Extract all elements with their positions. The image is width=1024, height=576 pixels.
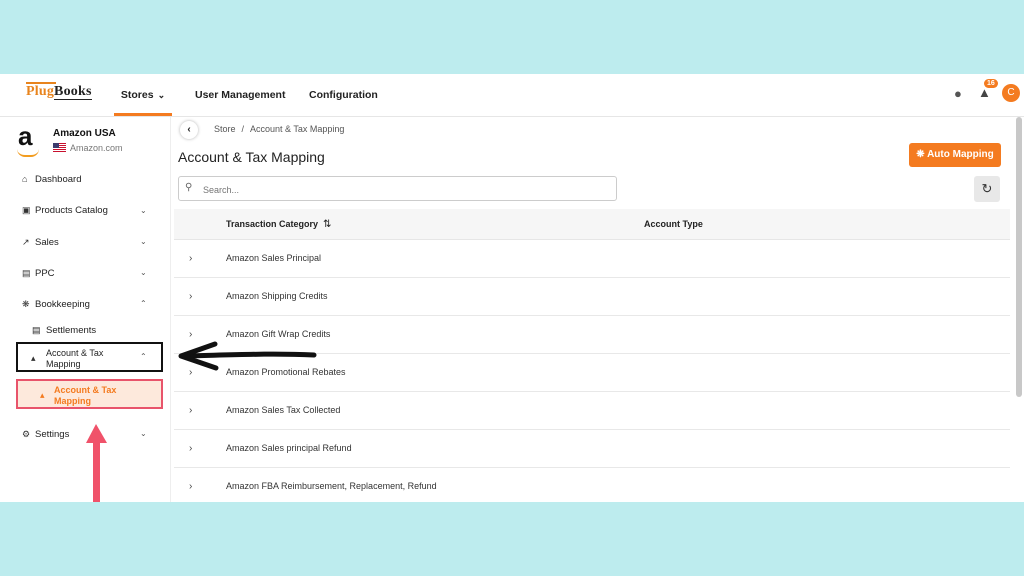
- auto-mapping-button[interactable]: ❋ Auto Mapping: [909, 143, 1001, 167]
- sidebar: a Amazon USA Amazon.com ⌂ Dashboard ▣ Prod…: [0, 117, 171, 502]
- table-row[interactable]: › Amazon Sales Tax Collected: [174, 392, 1010, 430]
- auto-mapping-label: Auto Mapping: [927, 149, 994, 160]
- sidebar-item-label: PPC: [35, 268, 55, 279]
- logo-text-books: Books: [54, 84, 92, 100]
- chevron-up-icon[interactable]: ⌃: [140, 352, 147, 361]
- gear-icon: ⚙: [22, 429, 31, 439]
- breadcrumb: Store / Account & Tax Mapping: [214, 124, 344, 134]
- sidebar-item-label: Account & Tax Mapping: [46, 348, 104, 369]
- chevron-right-icon[interactable]: ›: [189, 468, 192, 502]
- sidebar-item-label: Settings: [35, 429, 70, 440]
- table-row[interactable]: › Amazon Sales principal Refund: [174, 430, 1010, 468]
- row-category: Amazon FBA Reimbursement, Replacement, R…: [226, 481, 437, 491]
- table-row[interactable]: › Amazon FBA Reimbursement, Replacement, …: [174, 468, 1010, 502]
- chart-line-icon: ↗: [22, 237, 30, 247]
- nav-stores[interactable]: Stores ⌄: [114, 74, 172, 116]
- chevron-down-icon: ⌄: [157, 90, 166, 100]
- ad-icon: ▤: [22, 268, 31, 278]
- nav-stores-label: Stores: [120, 89, 154, 101]
- app-window: PlugBooks Stores ⌄ User Management Config…: [0, 74, 1024, 502]
- sidebar-item-label: Bookkeeping: [35, 299, 90, 310]
- sitemap-icon: ▴: [40, 390, 45, 400]
- sidebar-item-dashboard[interactable]: ⌂ Dashboard: [22, 174, 81, 185]
- breadcrumb-current: Account & Tax Mapping: [250, 124, 345, 134]
- sidebar-item-account-tax-mapping-group[interactable]: ▴ Account & Tax Mapping ⌃: [16, 342, 163, 372]
- main-content: ‹ Store / Account & Tax Mapping Account & …: [172, 117, 1024, 502]
- chevron-right-icon[interactable]: ›: [189, 354, 192, 391]
- chevron-right-icon[interactable]: ›: [189, 430, 192, 467]
- row-category: Amazon Sales Principal: [226, 253, 322, 263]
- table-row[interactable]: › Amazon Promotional Rebates: [174, 354, 1010, 392]
- search-icon: ⚲: [185, 182, 193, 193]
- nav-user-management[interactable]: User Management: [195, 74, 285, 116]
- column-header-transaction-category[interactable]: Transaction Category ⇅: [226, 209, 331, 240]
- chevron-right-icon[interactable]: ›: [189, 278, 192, 315]
- chevron-down-icon[interactable]: ⌄: [140, 268, 147, 277]
- refresh-icon: ↻: [981, 181, 993, 196]
- home-icon: ⌂: [22, 174, 28, 184]
- store-domain-label: Amazon.com: [70, 143, 123, 153]
- gear-icon: ❋: [916, 149, 925, 160]
- chevron-right-icon[interactable]: ›: [189, 240, 192, 277]
- search-input[interactable]: [201, 181, 605, 198]
- slack-icon: ❋: [22, 299, 30, 309]
- mapping-table: Transaction Category ⇅ Account Type › Amaz…: [174, 209, 1010, 502]
- amazon-logo-icon: a: [14, 121, 44, 159]
- scrollbar[interactable]: [1016, 117, 1022, 397]
- chevron-up-icon[interactable]: ⌃: [140, 299, 147, 308]
- box-icon: ▣: [22, 205, 31, 215]
- sidebar-item-sales[interactable]: ↗ Sales: [22, 237, 59, 248]
- row-category: Amazon Gift Wrap Credits: [226, 329, 331, 339]
- lightbulb-icon[interactable]: ●: [954, 86, 962, 101]
- chevron-left-icon: ‹: [187, 124, 191, 135]
- row-category: Amazon Sales Tax Collected: [226, 405, 341, 415]
- sidebar-item-label: Products Catalog: [35, 205, 108, 216]
- chevron-right-icon[interactable]: ›: [189, 392, 192, 429]
- chevron-right-icon[interactable]: ›: [189, 316, 192, 353]
- breadcrumb-separator: /: [241, 124, 245, 134]
- row-category: Amazon Sales principal Refund: [226, 443, 352, 453]
- sidebar-item-label: Account & Tax Mapping: [54, 385, 117, 406]
- search-box: ⚲: [178, 176, 617, 201]
- sidebar-item-bookkeeping[interactable]: ❋ Bookkeeping: [22, 299, 90, 310]
- table-row[interactable]: › Amazon Shipping Credits: [174, 278, 1010, 316]
- sitemap-icon: ▴: [31, 353, 36, 363]
- notification-badge: 16: [984, 79, 998, 88]
- table-row[interactable]: › Amazon Sales Principal: [174, 240, 1010, 278]
- top-navbar: PlugBooks Stores ⌄ User Management Config…: [0, 74, 1024, 117]
- refresh-button[interactable]: ↻: [974, 176, 1000, 202]
- chevron-down-icon[interactable]: ⌄: [140, 206, 147, 215]
- sidebar-item-settlements[interactable]: ▤ Settlements: [32, 325, 96, 336]
- document-icon: ▤: [32, 325, 41, 335]
- column-header-label: Transaction Category: [226, 219, 319, 229]
- chevron-down-icon[interactable]: ⌄: [140, 429, 147, 438]
- breadcrumb-store[interactable]: Store: [214, 124, 236, 134]
- page-title: Account & Tax Mapping: [178, 149, 325, 165]
- sidebar-item-label: Settlements: [46, 325, 97, 336]
- sidebar-item-ppc[interactable]: ▤ PPC: [22, 268, 55, 279]
- nav-configuration[interactable]: Configuration: [309, 74, 378, 116]
- sidebar-item-label: Dashboard: [35, 174, 82, 185]
- table-header: Transaction Category ⇅ Account Type: [174, 209, 1010, 240]
- us-flag-icon: [53, 143, 66, 152]
- sidebar-item-label: Sales: [35, 237, 59, 248]
- store-domain: Amazon.com: [53, 143, 123, 153]
- logo-text-plug: Plug: [26, 84, 55, 99]
- sidebar-item-products-catalog[interactable]: ▣ Products Catalog: [22, 205, 108, 216]
- logo-accent-bar: [26, 82, 56, 84]
- store-name: Amazon USA: [53, 128, 116, 139]
- back-button[interactable]: ‹: [180, 121, 198, 139]
- sort-icon[interactable]: ⇅: [323, 219, 331, 230]
- sidebar-item-settings[interactable]: ⚙ Settings: [22, 429, 69, 440]
- user-avatar[interactable]: C: [1002, 84, 1020, 102]
- sidebar-item-account-tax-mapping-active[interactable]: ▴ Account & Tax Mapping: [16, 379, 163, 409]
- column-header-account-type: Account Type: [644, 219, 703, 229]
- chevron-down-icon[interactable]: ⌄: [140, 237, 147, 246]
- table-row[interactable]: › Amazon Gift Wrap Credits: [174, 316, 1010, 354]
- row-category: Amazon Shipping Credits: [226, 291, 328, 301]
- row-category: Amazon Promotional Rebates: [226, 367, 346, 377]
- plugbooks-logo[interactable]: PlugBooks: [26, 82, 92, 100]
